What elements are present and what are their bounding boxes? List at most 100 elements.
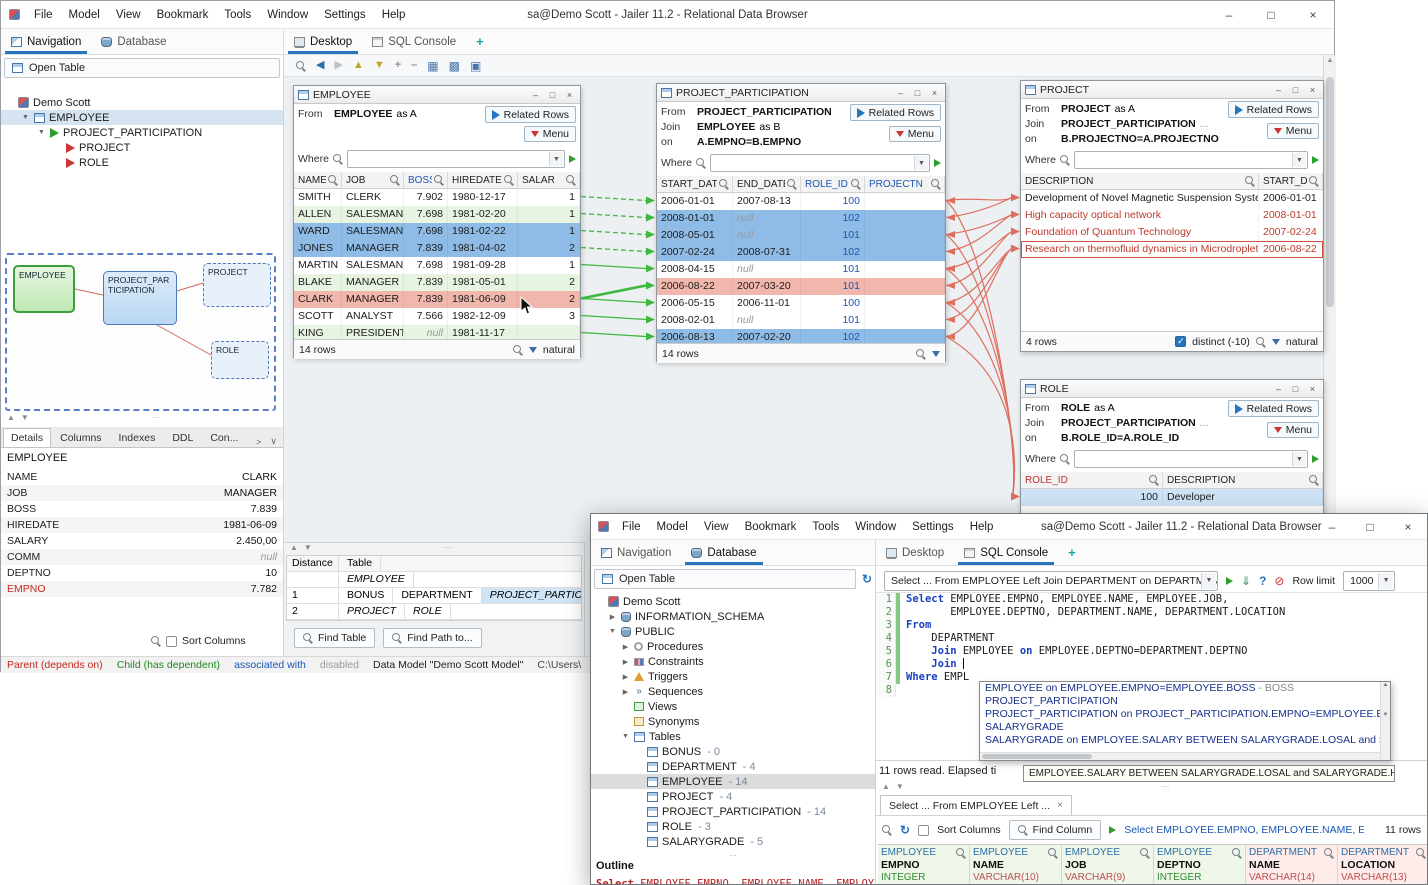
detail-tab-details[interactable]: Details	[3, 428, 51, 447]
tab-desktop[interactable]: Desktop	[284, 29, 362, 54]
column-header-hiredate[interactable]: HIREDATE	[448, 172, 518, 188]
tree-item-constraints[interactable]: ▶Constraints	[591, 654, 875, 669]
table-row[interactable]: WARDSALESMAN7.6981981-02-221	[294, 223, 580, 240]
tree-item-bonus[interactable]: BONUS- 0	[591, 744, 875, 759]
panel-splitter[interactable]: ▲▼ ⋯	[284, 543, 584, 552]
cell[interactable]: 2007-08-13	[733, 193, 801, 210]
maximize-icon[interactable]: □	[1250, 1, 1292, 28]
result-column-department-name[interactable]: DEPARTMENTNAMEVARCHAR(14)	[1246, 845, 1338, 884]
close-icon[interactable]: ×	[1057, 800, 1063, 811]
cell[interactable]: KING	[294, 325, 342, 339]
help-icon[interactable]: ?	[1259, 575, 1266, 587]
cell[interactable]	[865, 210, 945, 227]
table-row[interactable]: CLARKMANAGER7.8391981-06-092	[294, 291, 580, 308]
table-row[interactable]: 2008-02-01null101	[657, 312, 945, 329]
cell[interactable]: 1980-12-17	[448, 189, 518, 206]
diagram-box-project[interactable]: PROJECT	[203, 263, 271, 307]
column-header-description[interactable]: DESCRIPTION	[1163, 472, 1323, 488]
table-row[interactable]: Foundation of Quantum Technology2007-02-…	[1021, 224, 1323, 241]
cell[interactable]: 102	[801, 244, 865, 261]
autocomplete-item[interactable]: SALARYGRADE on EMPLOYEE.SALARY BETWEEN S…	[980, 734, 1390, 747]
cell[interactable]: 1981-02-20	[448, 206, 518, 223]
column-header-description[interactable]: DESCRIPTION	[1021, 173, 1259, 189]
table-row[interactable]: 100Developer	[1021, 489, 1323, 506]
zoom-out-icon[interactable]: –	[411, 60, 417, 71]
cell[interactable]	[865, 278, 945, 295]
open-table-button[interactable]: Open Table	[594, 569, 856, 589]
popup-vscrollbar[interactable]: ▲▼	[1380, 682, 1390, 760]
cell[interactable]: null	[733, 261, 801, 278]
cell[interactable]: 7.839	[404, 240, 448, 257]
cell[interactable]: 7.698	[404, 223, 448, 240]
table-row[interactable]: 2008-05-01null101	[657, 227, 945, 244]
filter-mode-label[interactable]: natural	[1286, 336, 1318, 348]
cell[interactable]: null	[733, 312, 801, 329]
expander-icon[interactable]: ▶	[621, 688, 630, 696]
where-condition-input[interactable]: ▼	[347, 150, 565, 168]
run-icon[interactable]	[1109, 826, 1116, 834]
cell[interactable]: null	[733, 227, 801, 244]
close-icon[interactable]: ×	[928, 88, 941, 98]
detail-tab-indexes[interactable]: Indexes	[111, 428, 164, 447]
cell[interactable]: 2007-02-24	[657, 244, 733, 261]
expander-icon[interactable]: ▶	[608, 613, 617, 621]
table-row[interactable]: 2008-01-01null102	[657, 210, 945, 227]
cell[interactable]	[518, 325, 580, 339]
cell[interactable]: 100	[1021, 489, 1163, 506]
closure-table-role[interactable]: ROLE	[405, 604, 451, 619]
tab-list-icon[interactable]: ∨	[266, 436, 281, 447]
tree-item-employee[interactable]: ▼EMPLOYEE	[1, 110, 283, 125]
table-row[interactable]: SCOTTANALYST7.5661982-12-093	[294, 308, 580, 325]
autocomplete-item[interactable]: PROJECT_PARTICIPATION on PROJECT_PARTICI…	[980, 708, 1390, 721]
find-table-button[interactable]: Find Table	[294, 628, 375, 648]
tree-item-role[interactable]: ROLE- 3	[591, 819, 875, 834]
result-column-employee-name[interactable]: EMPLOYEENAMEVARCHAR(10)	[970, 845, 1062, 884]
column-search-icon[interactable]	[719, 179, 729, 189]
table-row[interactable]: 2006-08-222007-03-20101	[657, 278, 945, 295]
maximize-icon[interactable]: □	[1289, 85, 1302, 95]
cell[interactable]: 1981-11-17	[448, 325, 518, 339]
pp-window-titlebar[interactable]: PROJECT_PARTICIPATION – □ ×	[657, 84, 945, 102]
cell[interactable]: MANAGER	[342, 274, 404, 291]
tab-new[interactable]: +	[1058, 540, 1086, 565]
cell[interactable]: 2006-08-22	[657, 278, 733, 295]
diagram-box-role[interactable]: ROLE	[211, 341, 269, 379]
cell[interactable]: ANALYST	[342, 308, 404, 325]
menu-item-help[interactable]: Help	[374, 9, 414, 21]
cell[interactable]: 102	[801, 329, 865, 343]
table-row[interactable]: 2008-04-15null101	[657, 261, 945, 278]
cell[interactable]: null	[404, 325, 448, 339]
autocomplete-item[interactable]: PROJECT_PARTICIPATION	[980, 695, 1390, 708]
cell[interactable]: 2007-03-20	[733, 278, 801, 295]
row-limit-dropdown[interactable]: 1000▼	[1343, 571, 1395, 591]
cell[interactable]: Research on thermofluid dynamics in Micr…	[1021, 241, 1259, 258]
table-row[interactable]: 2007-02-242008-07-31102	[657, 244, 945, 261]
tree-item-salarygrade[interactable]: SALARYGRADE- 5	[591, 834, 875, 849]
minimize-icon[interactable]: –	[1272, 85, 1285, 95]
maximize-icon[interactable]: □	[911, 88, 924, 98]
expander-icon[interactable]: ▼	[621, 733, 630, 740]
result-column-employee-deptno[interactable]: EMPLOYEEDEPTNOINTEGER	[1154, 845, 1246, 884]
cell[interactable]: MANAGER	[342, 291, 404, 308]
cell[interactable]: 1981-02-22	[448, 223, 518, 240]
tab-navigation[interactable]: Navigation	[591, 540, 681, 565]
cell[interactable]: 2008-02-01	[657, 312, 733, 329]
cell[interactable]: 2008-05-01	[657, 227, 733, 244]
menu-item-settings[interactable]: Settings	[316, 9, 374, 21]
cell[interactable]: CLARK	[294, 291, 342, 308]
tree-item-employee[interactable]: EMPLOYEE- 14	[591, 774, 875, 789]
find-column-button[interactable]: Find Column	[1009, 820, 1102, 840]
cell[interactable]: ALLEN	[294, 206, 342, 223]
close-icon[interactable]: ×	[1389, 514, 1427, 539]
tree-item-procedures[interactable]: ▶Procedures	[591, 639, 875, 654]
menu-item-view[interactable]: View	[696, 521, 737, 533]
query-history-dropdown[interactable]: Select ... From EMPLOYEE Left Join DEPAR…	[884, 571, 1218, 591]
related-rows-button[interactable]: Related Rows	[485, 106, 576, 123]
cell[interactable]: Developer	[1163, 489, 1323, 506]
cell[interactable]: 2007-02-20	[733, 329, 801, 343]
table-row[interactable]: MARTINSALESMAN7.6981981-09-281	[294, 257, 580, 274]
cell[interactable]: 2008-01-01	[1259, 207, 1323, 224]
tree-item-project[interactable]: PROJECT	[1, 140, 283, 155]
cell[interactable]: 2	[518, 240, 580, 257]
chevron-down-icon[interactable]: ▼	[1292, 153, 1306, 167]
